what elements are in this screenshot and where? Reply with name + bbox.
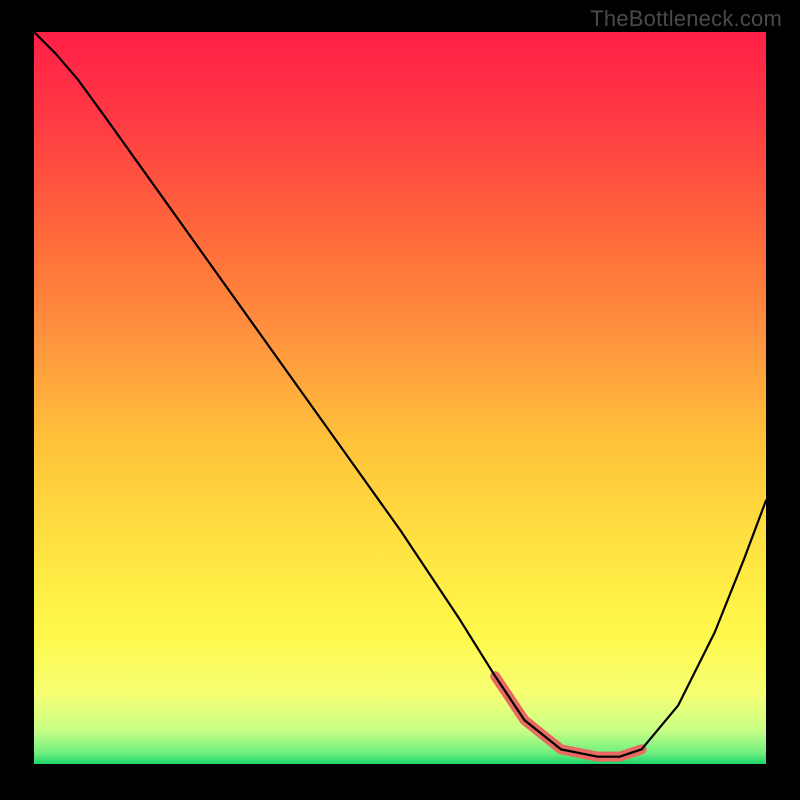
chart-frame: TheBottleneck.com bbox=[0, 0, 800, 800]
watermark-text: TheBottleneck.com bbox=[590, 6, 782, 32]
chart-svg bbox=[34, 32, 766, 764]
gradient-background bbox=[34, 32, 766, 764]
chart-plot-area bbox=[34, 32, 766, 764]
